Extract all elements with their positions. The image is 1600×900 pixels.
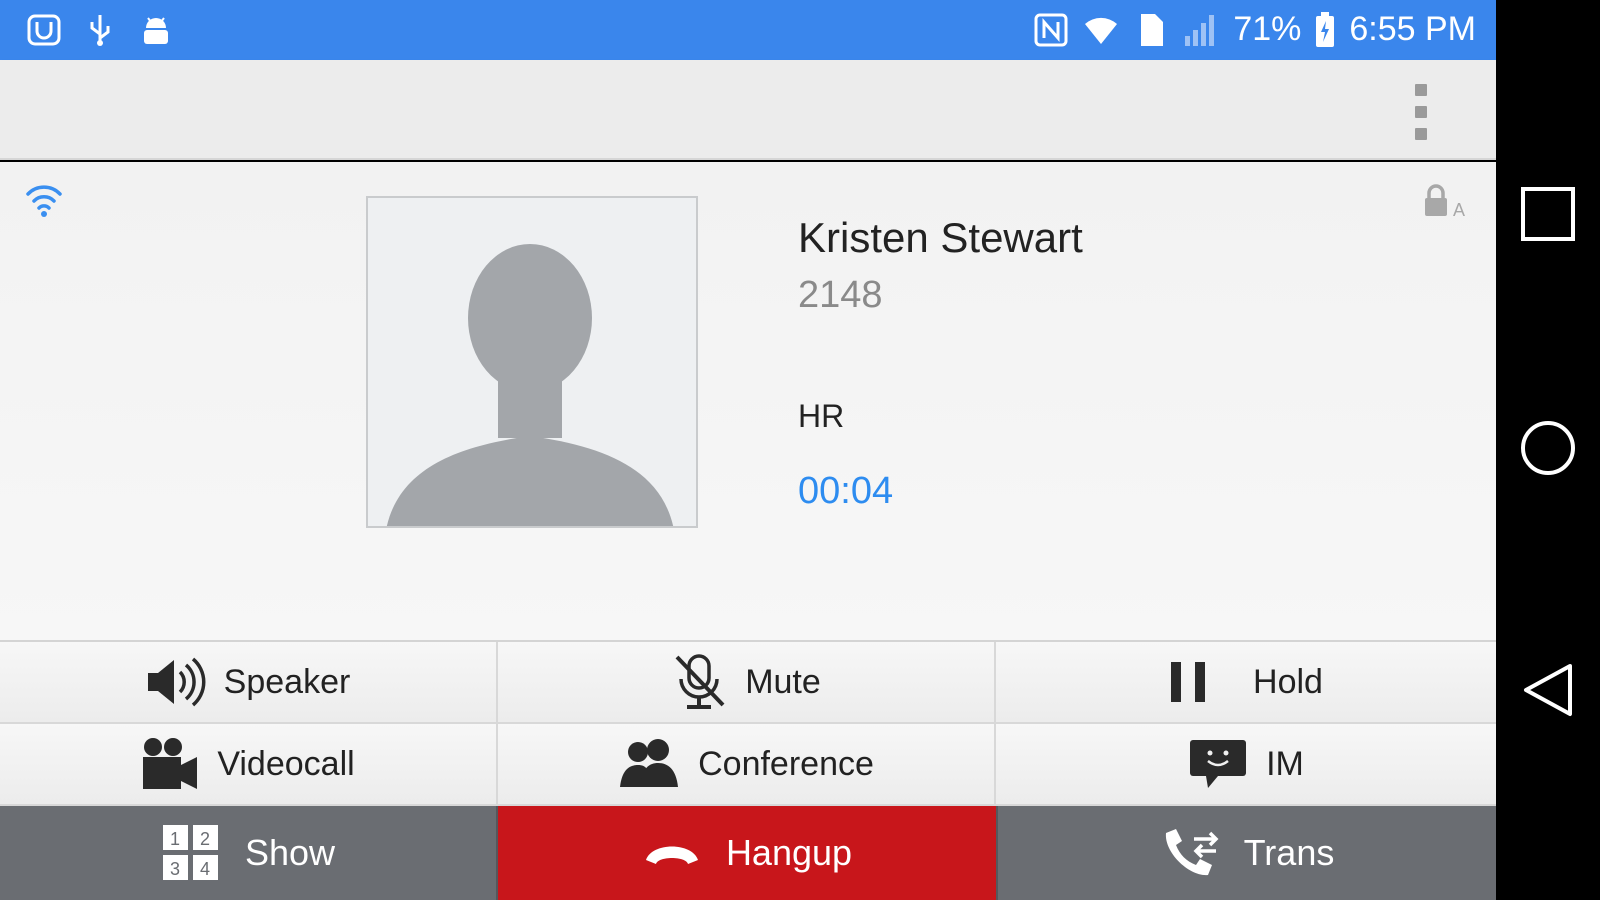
- hangup-button[interactable]: Hangup: [498, 806, 996, 900]
- svg-text:4: 4: [200, 859, 210, 879]
- keypad-icon: 1 2 3 4: [162, 825, 218, 880]
- svg-text:1: 1: [170, 829, 180, 849]
- status-right-icons: 71% 6:55 PM: [1033, 10, 1476, 49]
- show-keypad-button[interactable]: 1 2 3 4 Show: [0, 806, 498, 900]
- contact-avatar: [366, 196, 698, 528]
- status-bar: 71% 6:55 PM: [0, 0, 1496, 60]
- mute-label: Mute: [745, 662, 821, 701]
- call-controls: Speaker Mute Hold Videocall Conference I…: [0, 640, 1496, 900]
- transfer-button[interactable]: Trans: [996, 806, 1496, 900]
- conference-label: Conference: [698, 744, 874, 783]
- hangup-label: Hangup: [725, 832, 853, 873]
- im-button[interactable]: IM: [996, 724, 1496, 806]
- conference-button[interactable]: Conference: [498, 724, 996, 806]
- wifi-icon: [1085, 17, 1118, 44]
- im-label: IM: [1266, 744, 1304, 783]
- overflow-menu-icon[interactable]: [1406, 84, 1436, 140]
- person-silhouette-icon: [387, 244, 673, 526]
- trans-label: Trans: [1243, 832, 1335, 873]
- clock: 6:55 PM: [1349, 10, 1476, 48]
- show-label: Show: [244, 832, 336, 873]
- android-debug-icon: [144, 17, 168, 44]
- hold-button[interactable]: Hold: [996, 642, 1496, 724]
- pause-icon: [1171, 662, 1206, 702]
- call-info-panel: A Kristen Stewart 2148 HR 00:04: [0, 162, 1496, 640]
- action-bar: [0, 60, 1496, 160]
- home-button[interactable]: [1518, 418, 1578, 478]
- call-duration: 00:04: [798, 470, 894, 512]
- signal-icon: [1185, 14, 1215, 46]
- chat-bubble-icon: [1190, 740, 1247, 788]
- battery-percent: 71%: [1233, 10, 1302, 48]
- svg-text:2: 2: [200, 829, 210, 849]
- recents-button[interactable]: [1518, 184, 1578, 244]
- speaker-button[interactable]: Speaker: [0, 642, 498, 724]
- usb-icon: [90, 15, 110, 46]
- svg-text:A: A: [1453, 200, 1465, 218]
- videocall-button[interactable]: Videocall: [0, 724, 498, 806]
- hangup-phone-icon: [645, 846, 698, 864]
- transfer-call-icon: [1165, 829, 1219, 876]
- svg-text:3: 3: [170, 859, 180, 879]
- contact-name: Kristen Stewart: [798, 214, 1083, 261]
- status-left-icons: [26, 12, 174, 48]
- square-icon: [1521, 187, 1575, 241]
- video-camera-icon: [143, 738, 198, 789]
- conference-icon: [620, 739, 679, 787]
- system-nav-bar: [1496, 0, 1600, 900]
- mute-button[interactable]: Mute: [498, 642, 996, 724]
- hold-label: Hold: [1253, 662, 1323, 701]
- videocall-label: Videocall: [217, 744, 355, 783]
- lock-icon: A: [1425, 184, 1465, 218]
- circle-icon: [1521, 421, 1575, 475]
- battery-icon: [1316, 11, 1335, 47]
- muted-microphone-icon: [675, 654, 725, 709]
- speaker-icon: [147, 657, 206, 707]
- speaker-label: Speaker: [223, 662, 351, 701]
- back-button[interactable]: [1518, 660, 1578, 720]
- app-notification-icon: [27, 14, 61, 46]
- contact-department: HR: [798, 398, 845, 434]
- back-triangle-icon: [1524, 664, 1572, 716]
- sim-icon: [1141, 13, 1164, 46]
- wifi-connection-icon: [26, 185, 62, 217]
- nfc-icon: [1034, 13, 1068, 46]
- contact-number: 2148: [798, 274, 883, 316]
